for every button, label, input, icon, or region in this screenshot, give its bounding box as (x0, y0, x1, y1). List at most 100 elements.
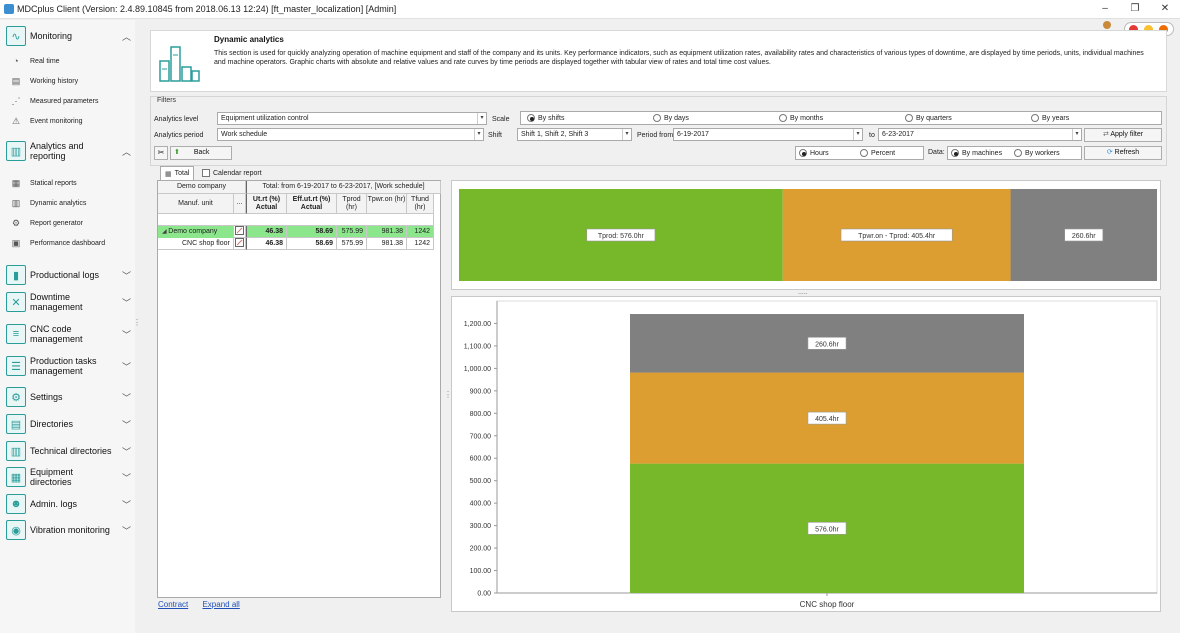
chevron-down-icon: ﹀ (121, 329, 131, 340)
horizontal-splitter[interactable]: ..... (798, 289, 808, 296)
dropdown-arrow-icon: ▾ (1072, 129, 1081, 140)
radio-icon (1031, 114, 1039, 122)
nav-statical-reports[interactable]: ▦ Statical reports (10, 177, 77, 189)
table-row[interactable]: CNC shop floor (158, 238, 234, 250)
row-name: Demo company (168, 228, 218, 235)
col-utrt[interactable]: Ut.rt (%) Actual (246, 194, 287, 214)
data-label: Data: (928, 149, 945, 156)
history-icon: ▤ (11, 76, 21, 86)
chevron-down-icon: ﹀ (121, 525, 131, 536)
tab-calendar[interactable]: Calendar report (202, 166, 262, 180)
nav-directories[interactable]: ▤ Directories ﹀ (6, 414, 131, 434)
filter-row[interactable] (158, 214, 434, 226)
nav-cnc-code[interactable]: ≡ CNC code management ﹀ (6, 324, 131, 344)
bar-label-0: Tprod: 576.0hr (586, 228, 656, 242)
contract-link[interactable]: Contract (158, 600, 188, 609)
chart-link-icon (235, 238, 244, 247)
col-tprod[interactable]: Tprod (hr) (337, 194, 367, 214)
col-tfund[interactable]: Tfund (hr) (407, 194, 434, 214)
dropdown-arrow-icon: ▾ (622, 129, 631, 140)
nav-performance-dashboard[interactable]: ▣ Performance dashboard (10, 237, 105, 249)
cell-tprod: 575.99 (337, 238, 367, 250)
nav-working-history[interactable]: ▤ Working history (10, 75, 78, 87)
chevron-up-icon: ︿ (121, 146, 131, 157)
scale-by-quarters[interactable]: By quarters (905, 114, 952, 122)
dropdown-arrow-icon: ▾ (474, 129, 483, 140)
cnc-code-icon: ≡ (6, 324, 26, 344)
radio-icon (779, 114, 787, 122)
nav-admin-logs[interactable]: ☻ Admin. logs ﹀ (6, 494, 131, 514)
total-header: Total: from 6-19-2017 to 6-23-2017, [Wor… (246, 181, 441, 194)
expand-all-link[interactable]: Expand all (202, 600, 239, 609)
shift-select[interactable]: Shift 1, Shift 2, Shift 3 ▾ (517, 128, 632, 141)
cell-tpwron: 981.38 (367, 226, 407, 238)
col-manuf-unit[interactable]: Manuf. unit (158, 194, 234, 214)
radio-label: By machines (962, 149, 1003, 157)
nav-dynamic-analytics[interactable]: ▥ Dynamic analytics (10, 197, 87, 209)
column-label-1-text: 405.4hr (815, 416, 839, 423)
tools-button[interactable]: ✂ (154, 146, 168, 160)
data-by-machines[interactable]: By machines (951, 149, 1002, 157)
y-tick-label-10: 1,000.00 (464, 366, 491, 373)
data-by-workers[interactable]: By workers (1014, 149, 1060, 157)
back-label: Back (193, 149, 210, 156)
nav-productional-logs[interactable]: ▮ Productional logs ﹀ (6, 265, 131, 285)
summary-bar-svg: Tprod: 576.0hr Tpwr.on - Tprod: 405.4hr 26… (459, 189, 1157, 281)
refresh-icon: ⟳ (1106, 149, 1115, 156)
table-icon: ▦ (165, 170, 172, 178)
nav-item-label: Report generator (30, 219, 83, 227)
nav-item-label: Dynamic analytics (30, 199, 87, 207)
nav-downtime[interactable]: ✕ Downtime management ﹀ (6, 292, 131, 312)
warning-icon: ⚠ (11, 116, 21, 126)
row-action[interactable] (234, 238, 246, 250)
scale-by-days[interactable]: By days (653, 114, 689, 122)
chevron-down-icon: ﹀ (121, 472, 131, 483)
analytics-level-select[interactable]: Equipment utilization control ▾ (217, 112, 487, 125)
splitter-handle[interactable]: ⋮ (133, 318, 141, 327)
tab-total[interactable]: ▦ Total (160, 166, 195, 180)
restore-button[interactable]: ❐ (1128, 3, 1142, 15)
scale-by-years[interactable]: By years (1031, 114, 1069, 122)
scale-by-shifts[interactable]: By shifts (527, 114, 564, 122)
logs-icon: ▮ (6, 265, 26, 285)
back-button[interactable]: ⬆ Back (170, 146, 232, 160)
nav-monitoring[interactable]: ∿ Monitoring ︿ (6, 26, 131, 46)
minimize-button[interactable]: – (1098, 3, 1112, 15)
table-row[interactable]: ◢ Demo company (158, 226, 234, 238)
nav-item-label: Real time (30, 57, 60, 65)
nav-vibration[interactable]: ◉ Vibration monitoring ﹀ (6, 520, 131, 540)
nav-analytics[interactable]: ▥ Analytics and reporting ︿ (6, 141, 131, 161)
nav-report-generator[interactable]: ⚙ Report generator (10, 217, 83, 229)
period-to-picker[interactable]: 6-23-2017 ▾ (878, 128, 1082, 141)
chevron-down-icon: ﹀ (121, 499, 131, 510)
units-percent[interactable]: Percent (860, 149, 895, 157)
nav-equipment-directories[interactable]: ▦ Equipment directories ﹀ (6, 467, 131, 487)
nav-measured-parameters[interactable]: ⋰ Measured parameters (10, 95, 99, 107)
row-action[interactable] (234, 226, 246, 238)
apply-filter-button[interactable]: ⇄ Apply filter (1084, 128, 1162, 142)
chevron-down-icon: ﹀ (121, 446, 131, 457)
refresh-button[interactable]: ⟳ Refresh (1084, 146, 1162, 160)
close-button[interactable]: ✕ (1158, 3, 1172, 15)
nav-technical-directories[interactable]: ▥ Technical directories ﹀ (6, 441, 131, 461)
nav-settings[interactable]: ⚙ Settings ﹀ (6, 387, 131, 407)
nav-event-monitoring[interactable]: ⚠ Event monitoring (10, 115, 83, 127)
bar-label-2-text: 260.6hr (1072, 233, 1096, 240)
col-effutrt[interactable]: Eff.ut.rt (%) Actual (287, 194, 337, 214)
y-tick-label-11: 1,100.00 (464, 343, 491, 350)
analytics-period-select[interactable]: Work schedule ▾ (217, 128, 484, 141)
equipment-icon: ▦ (6, 467, 26, 487)
col-tpwron[interactable]: Tpwr.on (hr) (367, 194, 407, 214)
period-from-picker[interactable]: 6-19-2017 ▾ (673, 128, 863, 141)
nav-production-tasks[interactable]: ☰ Production tasks management ﹀ (6, 356, 131, 376)
grid-footer: Contract Expand all (158, 600, 240, 609)
col-dots[interactable]: ... (234, 194, 246, 214)
nav-item-label: Performance dashboard (30, 239, 106, 247)
radio-label: By days (664, 114, 689, 122)
nav-label: Admin. logs (30, 499, 78, 509)
units-hours[interactable]: Hours (799, 149, 829, 157)
scale-label: Scale (492, 116, 510, 123)
scale-by-months[interactable]: By months (779, 114, 823, 122)
nav-real-time[interactable]: ◔ Real time (10, 55, 60, 67)
shift-value: Shift 1, Shift 2, Shift 3 (521, 131, 589, 138)
